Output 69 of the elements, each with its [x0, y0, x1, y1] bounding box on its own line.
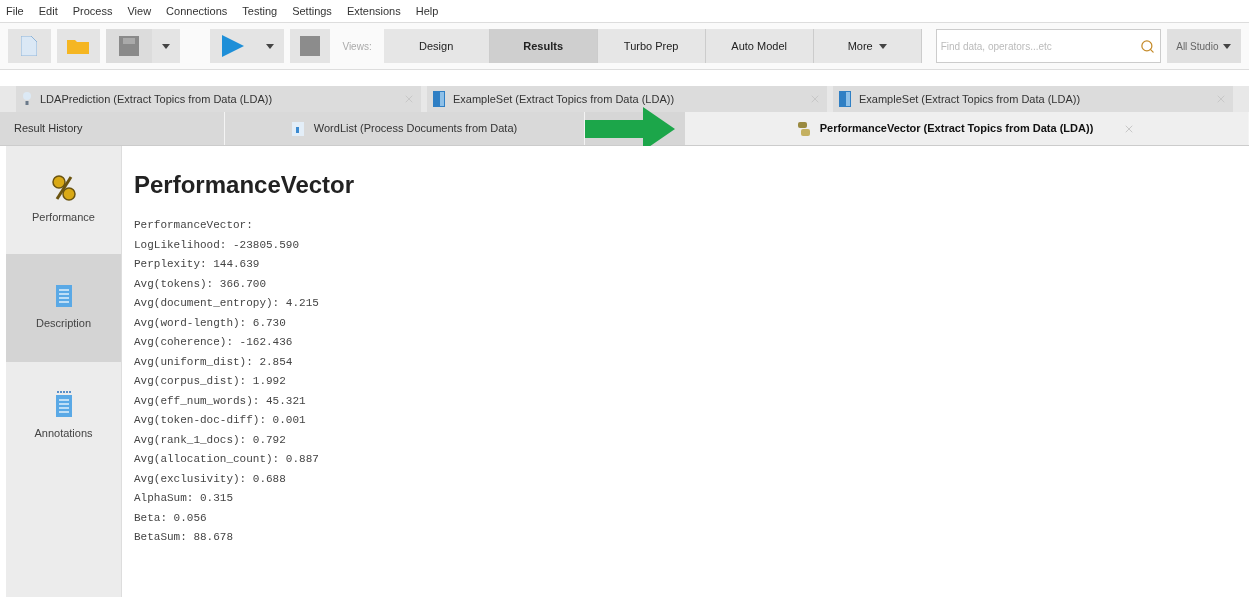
view-tab[interactable]: Auto Model — [705, 29, 814, 63]
new-file-icon — [21, 36, 38, 56]
open-button[interactable] — [56, 29, 100, 63]
caret-icon — [1223, 43, 1232, 49]
result-line: Avg(uniform_dist): 2.854 — [134, 354, 294, 370]
view-tab[interactable]: More — [813, 29, 922, 63]
new-file-button[interactable] — [8, 29, 51, 63]
run-button[interactable] — [209, 29, 256, 63]
result-line: Avg(eff_num_words): 45.321 — [134, 393, 307, 409]
percent-icon — [51, 174, 76, 201]
menu-item[interactable]: Testing — [242, 2, 278, 20]
result-line: Perplexity: 144.639 — [134, 257, 261, 272]
save-icon — [118, 36, 139, 56]
result-line: Avg(token-doc-diff): 0.001 — [134, 413, 307, 428]
result-tab[interactable]: ExampleSet (Extract Topics from Data (LDA)) — [427, 86, 827, 112]
document-icon — [839, 91, 851, 107]
play-icon — [221, 35, 244, 57]
result-line: PerformanceVector: — [134, 218, 254, 233]
document-icon — [291, 121, 304, 136]
bulb-icon — [22, 91, 32, 107]
result-line: Avg(tokens): 366.700 — [134, 276, 268, 292]
view-tab[interactable]: Design — [383, 29, 490, 63]
result-tab[interactable]: PerformanceVector (Extract Topics from Data (LDA)) — [685, 112, 1249, 145]
result-line: Avg(word-length): 6.730 — [134, 315, 287, 331]
menu-item[interactable]: Edit — [38, 2, 58, 20]
menu-item[interactable]: View — [127, 2, 152, 20]
result-line: Avg(document_entropy): 4.215 — [134, 296, 320, 311]
tab-label: PerformanceVector (Extract Topics from Data (LDA)) — [819, 121, 1094, 137]
result-tab[interactable]: ExampleSet (Extract Topics from Data (LDA)) — [833, 86, 1233, 112]
menu-item[interactable]: Connections — [166, 2, 228, 20]
tab-label: Result History — [14, 121, 83, 137]
scope-dropdown[interactable]: All Studio — [1166, 29, 1241, 63]
result-line: Beta: 0.056 — [134, 510, 208, 526]
view-tab[interactable]: Description — [6, 254, 121, 362]
document-icon — [55, 390, 72, 417]
stop-icon — [299, 36, 320, 56]
caret-icon — [878, 43, 887, 49]
tab-label: LDAPrediction (Extract Topics from Data (LDA)) — [40, 91, 274, 107]
menu-item[interactable]: Settings — [292, 2, 332, 20]
document-icon — [55, 284, 72, 307]
menu-item[interactable]: File — [6, 2, 24, 20]
menu-item[interactable]: Extensions — [346, 2, 401, 20]
result-line: Avg(coherence): -162.436 — [134, 335, 294, 350]
tab-label: ExampleSet (Extract Topics from Data (LDA)) — [453, 91, 676, 107]
caret-icon — [161, 43, 170, 49]
save-button[interactable] — [105, 29, 152, 63]
result-line: AlphaSum: 0.315 — [134, 491, 235, 506]
result-line: Avg(corpus_dist): 1.992 — [134, 374, 287, 389]
tab-label: ExampleSet (Extract Topics from Data (LDA)) — [859, 91, 1082, 107]
result-tab[interactable]: LDAPrediction (Extract Topics from Data (LDA)) — [16, 86, 421, 112]
content-title: PerformanceVector — [134, 170, 356, 200]
result-line: BetaSum: 88.678 — [134, 530, 235, 545]
menu-item[interactable]: Process — [72, 2, 113, 20]
result-line: Avg(allocation_count): 0.887 — [134, 452, 320, 467]
result-line: LogLikelihood: -23805.590 — [134, 237, 301, 253]
dropdown-button[interactable] — [255, 29, 284, 63]
view-tab[interactable]: Turbo Prep — [597, 29, 706, 63]
result-line: Avg(exclusivity): 0.688 — [134, 471, 287, 487]
view-tab[interactable]: Results — [489, 29, 598, 63]
document-icon — [433, 91, 445, 107]
dropdown-button[interactable] — [151, 29, 180, 63]
stop-button[interactable] — [289, 29, 331, 63]
coins-icon — [797, 121, 810, 136]
caret-icon — [265, 43, 274, 49]
folder-icon — [67, 38, 90, 54]
views-label: Views: — [342, 39, 372, 54]
result-line: Avg(rank_1_docs): 0.792 — [134, 432, 287, 448]
tab-label: WordList (Process Documents from Data) — [313, 121, 518, 137]
menu-item[interactable]: Help — [415, 2, 439, 20]
